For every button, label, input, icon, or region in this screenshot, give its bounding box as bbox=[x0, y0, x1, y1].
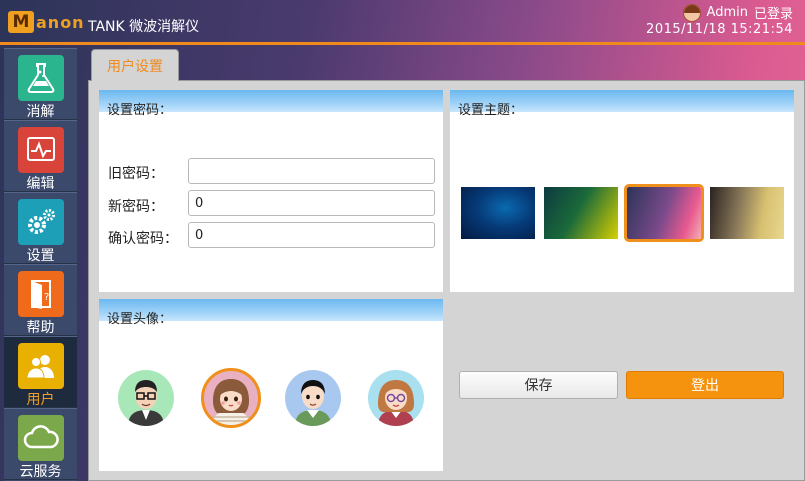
old-password-input[interactable] bbox=[188, 158, 435, 184]
sidebar-item-label: 编辑 bbox=[26, 176, 55, 192]
logo-mark: M bbox=[8, 11, 34, 33]
panel-title: 设置密码： bbox=[107, 103, 173, 118]
confirm-password-input[interactable] bbox=[188, 222, 435, 248]
new-password-input[interactable] bbox=[188, 190, 435, 216]
user-avatar-icon bbox=[682, 3, 701, 22]
panel-title: 设置主题： bbox=[458, 103, 524, 118]
theme-deep-blue[interactable] bbox=[461, 187, 535, 239]
panel-title: 设置头像： bbox=[107, 312, 173, 327]
save-button[interactable]: 保存 bbox=[459, 371, 618, 399]
logo-text: anon bbox=[36, 12, 85, 32]
glasses-woman-avatar[interactable] bbox=[368, 370, 424, 426]
tab-user-settings[interactable]: 用户设置 bbox=[91, 49, 179, 81]
login-status: 已登录 bbox=[753, 7, 793, 22]
sidebar-item-label: 帮助 bbox=[26, 320, 55, 336]
boy-avatar[interactable] bbox=[285, 370, 341, 426]
password-panel: 设置密码： 旧密码： 新密码： 确认密码： bbox=[99, 90, 443, 292]
confirm-password-label: 确认密码： bbox=[108, 231, 178, 247]
sidebar-item-digest[interactable]: 消解 bbox=[4, 48, 77, 120]
sidebar-item-label: 用户 bbox=[26, 392, 55, 408]
sidebar-item-settings[interactable]: 设置 bbox=[4, 192, 77, 264]
flask-icon bbox=[18, 55, 64, 101]
chart-edit-icon bbox=[18, 127, 64, 173]
app-header: M anon TANK 微波消解仪 Admin 已登录 2015/11/18 1… bbox=[0, 0, 805, 44]
username: Admin bbox=[706, 5, 748, 20]
logout-button[interactable]: 登出 bbox=[626, 371, 784, 399]
old-password-label: 旧密码： bbox=[108, 166, 164, 182]
logo: M anon bbox=[8, 9, 85, 35]
sidebar-item-help[interactable]: ? 帮助 bbox=[4, 264, 77, 336]
cloud-icon bbox=[18, 415, 64, 461]
app-title: TANK 微波消解仪 bbox=[88, 19, 200, 35]
girl-avatar[interactable] bbox=[201, 368, 261, 428]
datetime: 2015/11/18 15:21:54 bbox=[646, 22, 793, 37]
theme-panel: 设置主题： bbox=[450, 90, 794, 292]
sidebar-item-edit[interactable]: 编辑 bbox=[4, 120, 77, 192]
help-door-icon: ? bbox=[18, 271, 64, 317]
sidebar-item-label: 云服务 bbox=[19, 464, 62, 480]
sidebar: 消解 编辑 设置 ? 帮助 用户 云服务 bbox=[4, 48, 77, 481]
sidebar-item-cloud[interactable]: 云服务 bbox=[4, 408, 77, 480]
theme-dark-gold[interactable] bbox=[710, 187, 784, 239]
sidebar-item-label: 设置 bbox=[26, 248, 55, 264]
theme-purple-pink[interactable] bbox=[624, 184, 704, 242]
sidebar-item-user[interactable]: 用户 bbox=[4, 336, 77, 408]
svg-text:?: ? bbox=[44, 292, 49, 303]
header-accent-bar bbox=[0, 42, 805, 45]
avatar-panel: 设置头像： bbox=[99, 299, 443, 471]
sidebar-item-label: 消解 bbox=[26, 104, 55, 120]
gears-icon bbox=[18, 199, 64, 245]
glasses-man-avatar[interactable] bbox=[118, 370, 174, 426]
new-password-label: 新密码： bbox=[108, 199, 164, 215]
theme-green-yellow[interactable] bbox=[544, 187, 618, 239]
users-icon bbox=[18, 343, 64, 389]
user-area[interactable]: Admin 已登录 bbox=[682, 3, 793, 22]
